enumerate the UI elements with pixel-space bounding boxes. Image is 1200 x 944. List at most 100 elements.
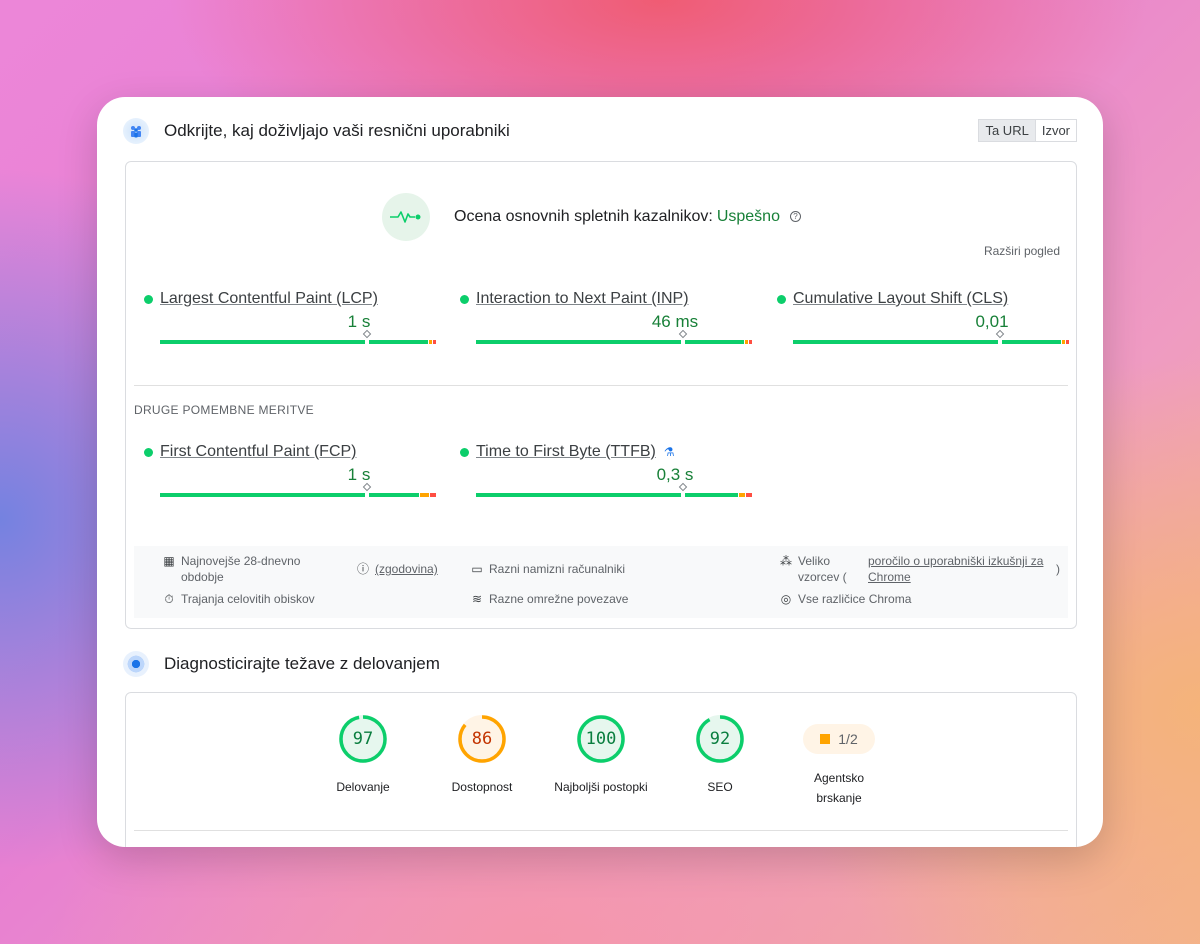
origin-tab[interactable]: Izvor xyxy=(1036,120,1076,141)
status-dot xyxy=(460,447,469,457)
metric-value: 46 ms xyxy=(651,312,699,331)
score-best-practices[interactable]: 100 Najboljši postopki xyxy=(536,715,666,797)
assessment-status: Uspešno xyxy=(716,208,780,225)
metric-link[interactable]: First Contentful Paint (FCP) xyxy=(160,443,357,461)
devices-text: Razni namizni računalniki xyxy=(489,562,626,576)
score-value: 97 xyxy=(352,729,374,749)
score-gauge: 92 xyxy=(696,715,744,763)
needs-improvement-segment xyxy=(428,340,432,344)
metric-link[interactable]: Largest Contentful Paint (LCP) xyxy=(160,290,378,308)
distribution-bar xyxy=(160,329,436,345)
other-metrics-label: DRUGE POMEMBNE MERITVE xyxy=(134,403,314,417)
needs-improvement-segment xyxy=(420,493,430,497)
help-icon[interactable]: ⓘ xyxy=(356,561,370,577)
history-link[interactable]: (zgodovina) xyxy=(375,561,438,577)
metric-link[interactable]: Time to First Byte (TTFB) xyxy=(476,443,656,461)
period-text: Najnovejše 28-dnevno obdobje xyxy=(181,554,301,584)
visit-durations: ⏱ Trajanja celovitih obiskov xyxy=(162,591,315,607)
metric-lcp: Largest Contentful Paint (LCP) 1 s xyxy=(144,290,436,345)
category-scores: 97 Delovanje 86 Dostopnost 100 Najboljši… xyxy=(126,715,1076,835)
poor-segment xyxy=(748,340,752,344)
crux-report-link[interactable]: poročilo o uporabniški izkušnji za Chrom… xyxy=(868,553,1056,585)
agentic-value: 1/2 xyxy=(838,731,858,747)
distribution-bar xyxy=(476,329,752,345)
needs-improvement-segment xyxy=(744,340,748,344)
sample-prefix: Veliko vzorcev ( xyxy=(798,554,847,584)
diagnose-section-title: Diagnosticirajte težave z delovanjem xyxy=(164,654,440,673)
divider xyxy=(134,830,1068,831)
wifi-icon: ≋ xyxy=(471,592,483,606)
distribution-bar xyxy=(476,482,752,498)
crux-panel: Ocena osnovnih spletnih kazalnikov: Uspeš… xyxy=(125,161,1077,629)
poor-segment xyxy=(1065,340,1069,344)
assessment-text: Ocena osnovnih spletnih kazalnikov: Uspeš… xyxy=(454,208,801,226)
distribution-bar xyxy=(793,329,1069,345)
metric-fcp: First Contentful Paint (FCP) 1 s xyxy=(144,443,436,498)
score-gauge: 86 xyxy=(458,715,506,763)
score-label: Agentsko brskanje xyxy=(813,771,865,805)
calendar-icon: ▦ xyxy=(163,554,175,568)
poor-segment xyxy=(432,340,436,344)
pagespeed-card: Odkrijte, kaj doživljajo vaši resnični u… xyxy=(97,97,1103,847)
score-value: 100 xyxy=(585,729,617,749)
this-url-tab[interactable]: Ta URL xyxy=(979,120,1036,141)
cwv-assessment: Ocena osnovnih spletnih kazalnikov: Uspeš… xyxy=(382,193,801,241)
pulse-icon xyxy=(382,193,430,241)
score-agentic-browsing[interactable]: 1/2 Agentsko brskanje xyxy=(794,715,884,808)
metric-value: 0,01 xyxy=(975,312,1009,331)
sample-icon: ⁂ xyxy=(780,554,792,568)
network-type: ≋ Razne omrežne povezave xyxy=(470,591,628,607)
url-origin-toggle: Ta URL Izvor xyxy=(978,119,1077,142)
status-dot xyxy=(144,294,153,304)
diagnose-icon xyxy=(123,651,149,677)
scores-panel: 97 Delovanje 86 Dostopnost 100 Najboljši… xyxy=(125,692,1077,847)
score-label: Delovanje xyxy=(336,780,390,794)
score-accessibility[interactable]: 86 Dostopnost xyxy=(417,715,547,797)
chrome-versions: ◎ Vse različice Chroma xyxy=(779,591,912,607)
score-gauge: 100 xyxy=(577,715,625,763)
crux-section-header: Odkrijte, kaj doživljajo vaši resnični u… xyxy=(123,118,510,144)
score-label: SEO xyxy=(707,780,733,794)
metric-link[interactable]: Cumulative Layout Shift (CLS) xyxy=(793,290,1008,308)
expand-view-button[interactable]: Razširi pogled xyxy=(984,244,1060,258)
desktop-icon: ▭ xyxy=(471,562,483,576)
good-segment xyxy=(476,340,744,344)
metric-link[interactable]: Interaction to Next Paint (INP) xyxy=(476,290,689,308)
needs-improvement-segment xyxy=(739,493,746,497)
metric-ttfb: Time to First Byte (TTFB) ⚗ 0,3 s xyxy=(460,443,752,498)
marker-gap xyxy=(365,492,369,498)
score-performance[interactable]: 97 Delovanje xyxy=(298,715,428,797)
marker-gap xyxy=(998,339,1002,345)
marker-gap xyxy=(681,339,685,345)
durations-text: Trajanja celovitih obiskov xyxy=(181,592,315,606)
distribution-bar xyxy=(160,482,436,498)
status-dot xyxy=(777,294,786,304)
collection-period: ▦ Najnovejše 28-dnevno obdobje xyxy=(162,553,322,585)
good-segment xyxy=(160,493,420,497)
history-item: ⓘ (zgodovina) xyxy=(356,561,438,577)
score-value: 86 xyxy=(471,729,493,749)
score-label: Dostopnost xyxy=(451,780,513,794)
metric-value: 0,3 s xyxy=(656,465,694,484)
score-seo[interactable]: 92 SEO xyxy=(655,715,785,797)
poor-segment xyxy=(430,493,436,497)
sample-suffix: ) xyxy=(1056,562,1060,576)
flask-icon[interactable]: ⚗ xyxy=(664,445,675,459)
assessment-label: Ocena osnovnih spletnih kazalnikov: xyxy=(454,208,713,225)
poor-segment xyxy=(746,493,752,497)
metric-cls: Cumulative Layout Shift (CLS) 0,01 xyxy=(777,290,1069,345)
agentic-pill: 1/2 xyxy=(803,724,875,754)
users-icon xyxy=(123,118,149,144)
crux-footer: ▦ Najnovejše 28-dnevno obdobje ⓘ (zgodov… xyxy=(134,546,1068,618)
good-segment xyxy=(476,493,739,497)
metric-inp: Interaction to Next Paint (INP) 46 ms xyxy=(460,290,752,345)
chrome-icon: ◎ xyxy=(780,592,792,606)
help-icon[interactable]: ? xyxy=(789,211,801,223)
marker-gap xyxy=(365,339,369,345)
score-gauge: 97 xyxy=(339,715,387,763)
needs-improvement-segment xyxy=(1061,340,1065,344)
good-segment xyxy=(160,340,428,344)
score-value: 92 xyxy=(709,729,731,749)
device-type: ▭ Razni namizni računalniki xyxy=(470,561,625,577)
chrome-versions-text: Vse različice Chroma xyxy=(798,592,912,606)
